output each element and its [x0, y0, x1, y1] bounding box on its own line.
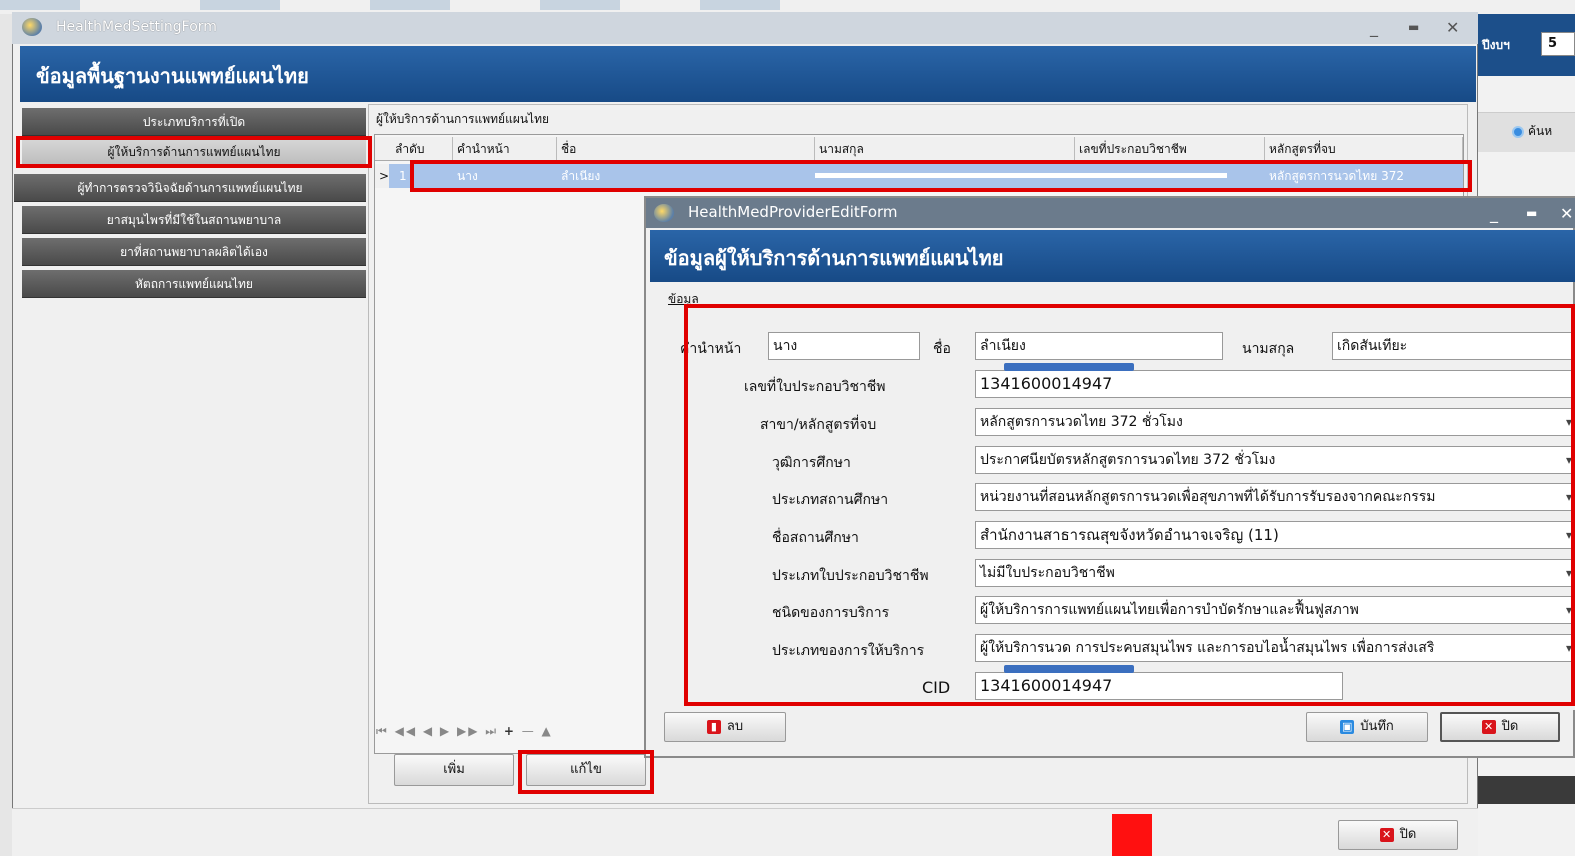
license-type-label: ประเภทใบประกอบวิชาชีพ: [772, 568, 929, 584]
grid-header-row: ลำดับ คำนำหน้า ชื่อ นามสกุล เลขที่ประกอบ…: [375, 137, 1463, 161]
save-button-label: บันทึก: [1360, 719, 1394, 734]
edit-button[interactable]: แก้ไข: [526, 754, 646, 786]
major-select[interactable]: หลักสูตรการนวดไทย 372 ชั่วโมง: [975, 408, 1575, 436]
institution-name-label: ชื่อสถานศึกษา: [772, 530, 859, 546]
background-tab: [700, 0, 780, 10]
close-x-icon: ✕: [1379, 827, 1394, 842]
window-titlebar[interactable]: [12, 12, 1478, 44]
prefix-label: คำนำหน้า: [680, 341, 742, 357]
qualification-select[interactable]: ประกาศนียบัตรหลักสูตรการนวดไทย 372 ชั่วโ…: [975, 446, 1575, 474]
last-name-label: นามสกุล: [1242, 341, 1295, 357]
column-header[interactable]: ชื่อ: [557, 137, 815, 161]
minimize-icon[interactable]: _: [1370, 18, 1378, 37]
service-kind-select[interactable]: ผู้ให้บริการการแพทย์แผนไทยเพื่อการบำบัดร…: [975, 596, 1575, 624]
cell-prefix: นาง: [457, 169, 478, 183]
cell-first-name: ลำเนียง: [561, 169, 601, 183]
row-indicator-icon: >: [375, 164, 389, 188]
first-name-field[interactable]: ลำเนียง: [975, 332, 1223, 360]
close-button-label: ปิด: [1399, 827, 1417, 842]
institution-name-select[interactable]: สำนักงานสาธารณสุขจังหวัดอำนาจเจริญ (11): [975, 521, 1575, 549]
dialog-close-label: ปิด: [1501, 719, 1519, 734]
dialog-header: ข้อมูลผู้ให้บริการด้านการแพทย์แผนไทย: [650, 230, 1575, 282]
redacted-bar: [815, 173, 1227, 178]
background-tab: [0, 0, 80, 10]
prefix-field[interactable]: นาง: [768, 332, 920, 360]
major-label: สาขา/หลักสูตรที่จบ: [760, 417, 877, 433]
license-no-label: เลขที่ใบประกอบวิชาชีพ: [744, 379, 886, 395]
column-header[interactable]: หลักสูตรที่จบ: [1265, 137, 1463, 161]
last-name-field[interactable]: เกิดสันเทียะ: [1332, 332, 1575, 360]
app-icon: [22, 18, 42, 36]
search-radio-label: ค้นห: [1528, 124, 1553, 138]
minimize-icon[interactable]: _: [1490, 204, 1498, 223]
column-header[interactable]: เลขที่ประกอบวิชาชีพ: [1075, 137, 1265, 161]
institution-type-label: ประเภทสถานศึกษา: [772, 492, 889, 508]
nav-item-service-types[interactable]: ประเภทบริการที่เปิด: [22, 108, 366, 136]
close-x-icon: ✕: [1481, 719, 1496, 734]
license-no-field[interactable]: 1341600014947: [975, 370, 1575, 398]
service-type-select[interactable]: ผู้ให้บริการนวด การประคบสมุนไพร และการอบ…: [975, 634, 1575, 662]
service-type-label: ประเภทของการให้บริการ: [772, 643, 925, 659]
first-name-label: ชื่อ: [933, 341, 951, 357]
license-type-select[interactable]: ไม่มีใบประกอบวิชาชีพ: [975, 559, 1575, 587]
nav-item-herbal-drugs[interactable]: ยาสมุนไพรที่มีใช้ในสถานพยาบาล: [22, 206, 366, 234]
dialog-title: HealthMedProviderEditForm: [688, 203, 898, 221]
window-footer: [12, 808, 1478, 856]
cell-course: หลักสูตรการนวดไทย 372: [1269, 169, 1404, 183]
delete-button[interactable]: ▮ ลบ: [664, 712, 786, 742]
search-radio-button[interactable]: [1512, 126, 1524, 138]
nav-empty-area: [22, 300, 366, 808]
column-header[interactable]: คำนำหน้า: [453, 137, 557, 161]
cid-field[interactable]: 1341600014947: [975, 672, 1343, 700]
nav-item-providers[interactable]: ผู้ให้บริการด้านการแพทย์แผนไทย: [22, 138, 366, 166]
nav-item-diagnosticians[interactable]: ผู้ทำการตรวจวินิจฉัยด้านการแพทย์แผนไทย: [14, 174, 366, 202]
background-tab: [540, 0, 620, 10]
nav-item-produced-drugs[interactable]: ยาที่สถานพยาบาลผลิตได้เอง: [22, 238, 366, 266]
add-button[interactable]: เพิ่ม: [394, 754, 514, 786]
cell-number: 1: [399, 169, 407, 183]
red-marker: [1112, 814, 1152, 856]
app-icon: [654, 204, 674, 222]
service-kind-label: ชนิดของการบริการ: [772, 605, 890, 621]
table-row[interactable]: > 1 นาง ลำเนียง หลักสูตรการนวดไทย 372: [375, 164, 1463, 188]
tab-data[interactable]: ข้อมูล: [668, 290, 699, 309]
cid-label: CID: [922, 678, 951, 697]
institution-type-select[interactable]: หน่วยงานที่สอนหลักสูตรการนวดเพื่อสุขภาพท…: [975, 483, 1575, 511]
background-tab: [200, 0, 280, 10]
maximize-icon[interactable]: ▬: [1408, 20, 1419, 34]
delete-button-label: ลบ: [726, 719, 744, 734]
maximize-icon[interactable]: ▬: [1526, 206, 1537, 220]
floppy-icon: ▣: [1340, 719, 1355, 734]
qualification-label: วุฒิการศึกษา: [772, 455, 851, 471]
nav-item-procedures[interactable]: หัตถการแพทย์แผนไทย: [22, 270, 366, 298]
close-icon[interactable]: ✕: [1446, 18, 1459, 37]
grid-title: ผู้ให้บริการด้านการแพทย์แผนไทย: [376, 112, 550, 126]
background-search-bar: [1478, 112, 1575, 152]
background-dark-bar: [1478, 776, 1575, 804]
background-tab: [370, 0, 450, 10]
annotation-marker: [1004, 363, 1134, 371]
column-header[interactable]: นามสกุล: [815, 137, 1075, 161]
trash-icon: ▮: [706, 719, 721, 734]
fiscal-year-label: ปีงบฯ: [1482, 38, 1510, 52]
close-icon[interactable]: ✕: [1560, 204, 1573, 223]
fiscal-year-field[interactable]: 5: [1541, 32, 1575, 56]
annotation-marker: [1004, 665, 1134, 673]
column-header[interactable]: ลำดับ: [391, 137, 453, 161]
page-header: ข้อมูลพื้นฐานงานแพทย์แผนไทย: [20, 46, 1476, 102]
grid-navigator[interactable]: ⏮ ◀◀ ◀ ▶ ▶▶ ⏭ + — ▲: [376, 724, 646, 742]
dialog-close-button[interactable]: ✕ ปิด: [1440, 712, 1560, 742]
close-button[interactable]: ✕ ปิด: [1338, 820, 1458, 850]
save-button[interactable]: ▣ บันทึก: [1306, 712, 1428, 742]
window-title: HealthMedSettingForm: [56, 19, 217, 35]
